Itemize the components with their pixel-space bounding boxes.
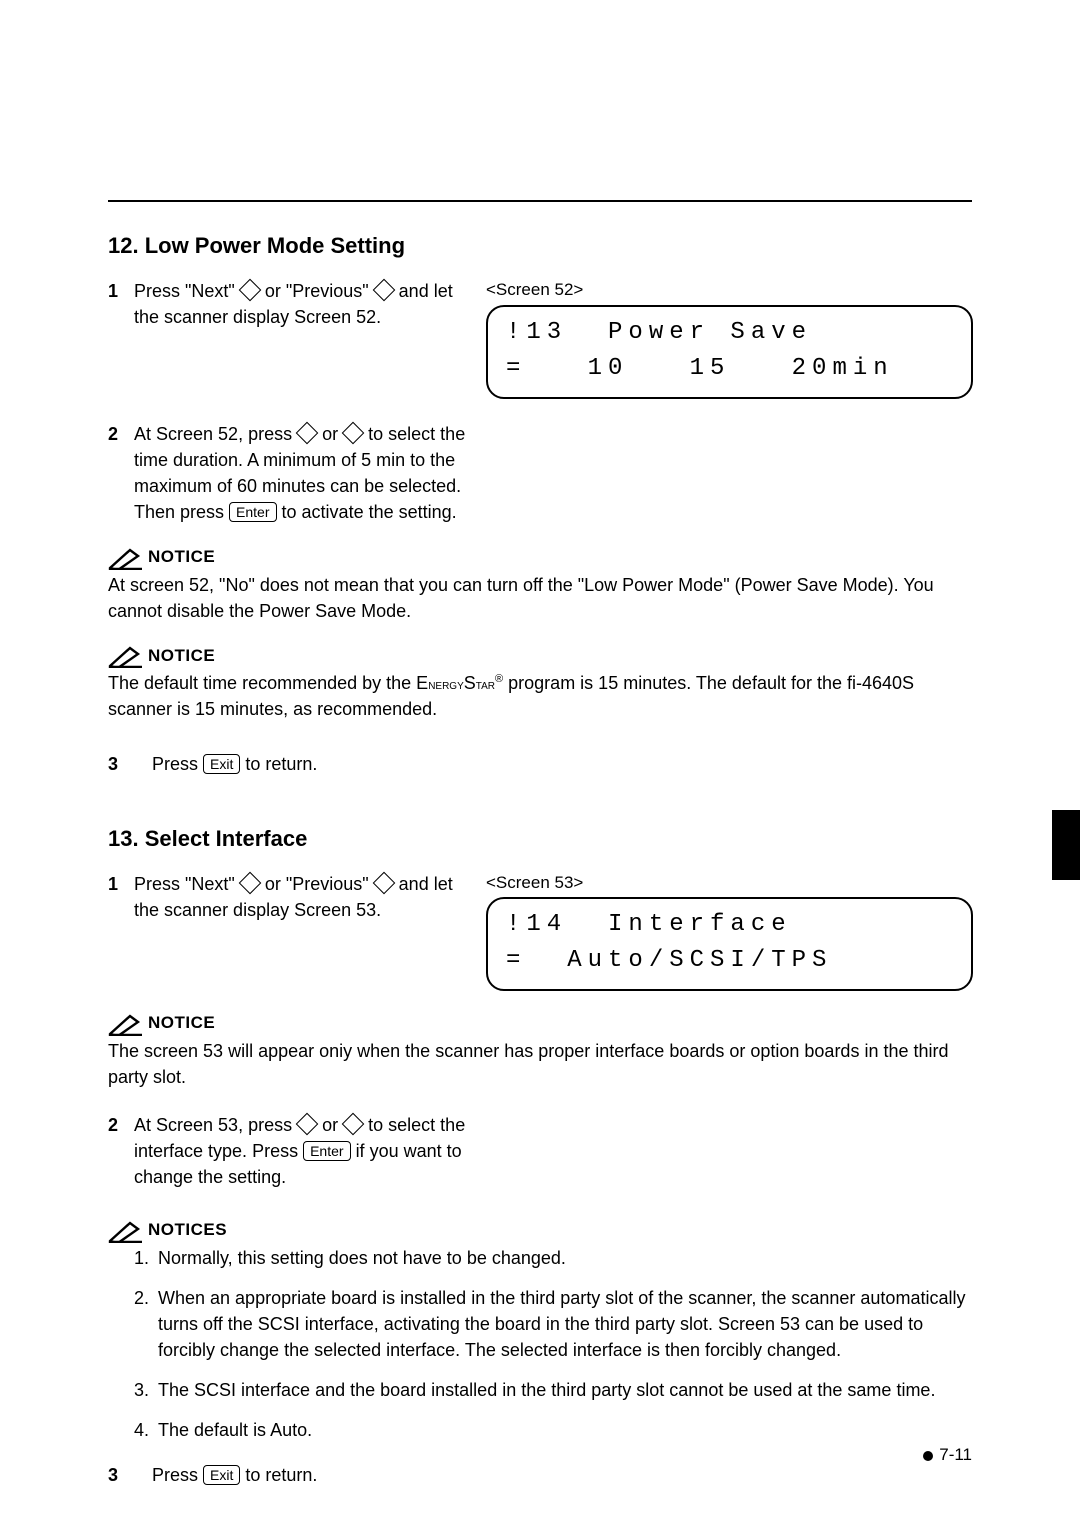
text-fragment: At Screen 53, press	[134, 1115, 297, 1135]
step-text: Press Exit to return.	[152, 1462, 973, 1488]
text-fragment: The default time recommended by the	[108, 673, 416, 693]
section-13-step3-row: 3 Press Exit to return.	[108, 1462, 973, 1488]
step-number: 1	[108, 871, 134, 923]
pencil-icon	[108, 548, 142, 570]
notice-body: The screen 53 will appear oniy when the …	[108, 1038, 973, 1090]
list-item: 4.The default is Auto.	[134, 1417, 973, 1443]
pencil-icon	[108, 1221, 142, 1243]
text-fragment: Press "Next"	[134, 281, 240, 301]
step-text: At Screen 52, press or to select the tim…	[134, 421, 468, 525]
lcd-line: !14 Interface	[506, 911, 792, 938]
step-text: Press "Next" or "Previous" and let the s…	[134, 278, 468, 330]
text-fragment: to activate the setting.	[282, 502, 457, 522]
list-text: The default is Auto.	[158, 1417, 312, 1443]
notice-heading: NOTICE	[108, 1011, 973, 1036]
notice-label: NOTICE	[148, 545, 215, 570]
pencil-icon	[108, 1014, 142, 1036]
lcd-line: !13 Power Save	[506, 319, 812, 346]
list-item: 1.Normally, this setting does not have t…	[134, 1245, 973, 1271]
previous-button-icon	[372, 871, 395, 894]
text-fragment: or "Previous"	[265, 874, 374, 894]
screen-53-label: <Screen 53>	[486, 871, 973, 896]
step-number: 2	[108, 421, 134, 525]
list-number: 2.	[134, 1285, 158, 1363]
pencil-icon	[108, 646, 142, 668]
step-text: At Screen 53, press or to select the int…	[134, 1112, 468, 1190]
page-number: 7-11	[923, 1443, 972, 1468]
previous-button-icon	[372, 279, 395, 302]
lcd-line: = 10 15 20min	[506, 355, 894, 382]
list-item: 3.The SCSI interface and the board insta…	[134, 1377, 973, 1403]
thumb-index-tab	[1052, 810, 1080, 880]
text-fragment: Press	[152, 754, 203, 774]
next-button-icon	[238, 279, 261, 302]
exit-key-icon: Exit	[203, 754, 240, 774]
text-fragment: Press	[152, 1465, 203, 1485]
right-button-icon	[342, 421, 365, 444]
text-fragment: or	[322, 1115, 343, 1135]
step-text: Press Exit to return.	[152, 751, 973, 777]
notice-body: The default time recommended by the Ener…	[108, 670, 973, 722]
list-text: The SCSI interface and the board install…	[158, 1377, 935, 1403]
lcd-line: = Auto/SCSI/TPS	[506, 947, 832, 974]
step-number: 3	[108, 751, 134, 777]
text-fragment: or	[322, 424, 343, 444]
list-text: Normally, this setting does not have to …	[158, 1245, 566, 1271]
section-12-step3-row: 3 Press Exit to return.	[108, 751, 973, 777]
text-fragment: E	[416, 673, 428, 693]
section-13-step1-row: 1 Press "Next" or "Previous" and let the…	[108, 871, 973, 992]
text-fragment: S	[464, 673, 476, 693]
step-number: 1	[108, 278, 134, 330]
registered-icon: ®	[495, 673, 503, 685]
section-13-step2-row: 2 At Screen 53, press or to select the i…	[108, 1112, 973, 1190]
right-button-icon	[342, 1113, 365, 1136]
text-fragment: or "Previous"	[265, 281, 374, 301]
exit-key-icon: Exit	[203, 1465, 240, 1485]
left-button-icon	[296, 1113, 319, 1136]
list-text: When an appropriate board is installed i…	[158, 1285, 973, 1363]
notices-label: NOTICES	[148, 1218, 227, 1243]
screen-53-lcd: !14 Interface = Auto/SCSI/TPS	[486, 897, 973, 991]
section-13-heading: 13. Select Interface	[108, 823, 973, 855]
text-fragment: tar	[476, 676, 495, 692]
section-12-step1-row: 1 Press "Next" or "Previous" and let the…	[108, 278, 973, 399]
screen-52-label: <Screen 52>	[486, 278, 973, 303]
enter-key-icon: Enter	[303, 1141, 350, 1161]
notice-label: NOTICE	[148, 1011, 215, 1036]
list-item: 2.When an appropriate board is installed…	[134, 1285, 973, 1363]
notices-list: 1.Normally, this setting does not have t…	[108, 1245, 973, 1444]
next-button-icon	[238, 871, 261, 894]
text-fragment: At Screen 52, press	[134, 424, 297, 444]
text-fragment: Press "Next"	[134, 874, 240, 894]
text-fragment: to return.	[245, 754, 317, 774]
step-number: 2	[108, 1112, 134, 1190]
bullet-icon	[923, 1451, 933, 1461]
list-number: 3.	[134, 1377, 158, 1403]
section-12-heading: 12. Low Power Mode Setting	[108, 230, 973, 262]
text-fragment: to return.	[245, 1465, 317, 1485]
screen-52-lcd: !13 Power Save = 10 15 20min	[486, 305, 973, 399]
step-text: Press "Next" or "Previous" and let the s…	[134, 871, 468, 923]
left-button-icon	[296, 421, 319, 444]
notice-heading: NOTICE	[108, 644, 973, 669]
notice-heading: NOTICE	[108, 545, 973, 570]
page-content: 12. Low Power Mode Setting 1 Press "Next…	[108, 190, 973, 1488]
notice-body: At screen 52, "No" does not mean that yo…	[108, 572, 973, 624]
notice-label: NOTICE	[148, 644, 215, 669]
list-number: 1.	[134, 1245, 158, 1271]
notices-heading: NOTICES	[108, 1218, 973, 1243]
enter-key-icon: Enter	[229, 502, 276, 522]
section-12-step2-row: 2 At Screen 52, press or to select the t…	[108, 421, 973, 525]
text-fragment: nergy	[428, 676, 464, 692]
list-number: 4.	[134, 1417, 158, 1443]
page-number-text: 7-11	[939, 1443, 972, 1468]
step-number: 3	[108, 1462, 134, 1488]
